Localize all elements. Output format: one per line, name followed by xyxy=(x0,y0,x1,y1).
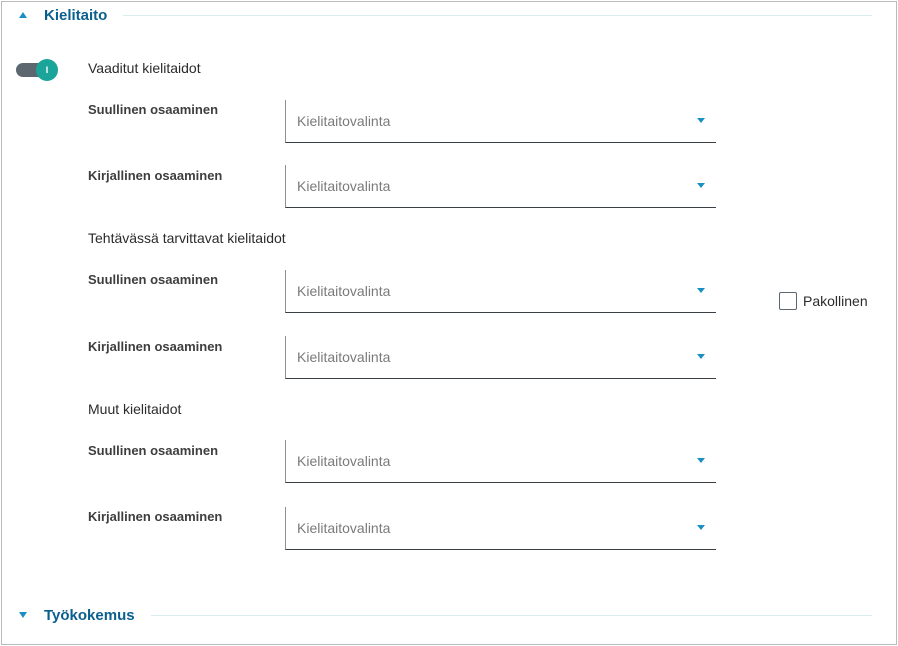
select-placeholder: Kielitaitovalinta xyxy=(297,113,391,129)
chevron-down-icon xyxy=(697,118,705,123)
label-task-written: Kirjallinen osaaminen xyxy=(88,339,223,354)
select-placeholder: Kielitaitovalinta xyxy=(297,520,391,536)
select-task-oral[interactable]: Kielitaitovalinta xyxy=(285,270,716,313)
caret-up-icon[interactable] xyxy=(16,8,30,22)
group-title-other: Muut kielitaidot xyxy=(88,401,182,417)
toggle-knob-text: I xyxy=(45,65,49,75)
chevron-down-icon xyxy=(697,525,705,530)
label-other-oral: Suullinen osaaminen xyxy=(88,443,219,458)
label-other-written: Kirjallinen osaaminen xyxy=(88,509,223,524)
group-title-task: Tehtävässä tarvittavat kielitaidot xyxy=(88,230,286,246)
select-required-written[interactable]: Kielitaitovalinta xyxy=(285,165,716,208)
select-placeholder: Kielitaitovalinta xyxy=(297,178,391,194)
chevron-down-icon xyxy=(697,183,705,188)
mandatory-checkbox-label[interactable]: Pakollinen xyxy=(803,293,868,309)
section-title-kielitaito[interactable]: Kielitaito xyxy=(44,7,107,24)
required-languages-toggle[interactable]: I xyxy=(16,59,58,81)
label-required-written: Kirjallinen osaaminen xyxy=(88,168,223,183)
mandatory-checkbox[interactable] xyxy=(779,292,797,310)
label-task-oral: Suullinen osaaminen xyxy=(88,272,219,287)
select-placeholder: Kielitaitovalinta xyxy=(297,283,391,299)
section-header-tyokokemus[interactable]: Työkokemus xyxy=(16,603,872,627)
toggle-knob: I xyxy=(36,59,58,81)
chevron-down-icon xyxy=(697,458,705,463)
section-header-kielitaito[interactable]: Kielitaito xyxy=(16,3,872,27)
section-title-tyokokemus[interactable]: Työkokemus xyxy=(44,607,135,624)
select-required-oral[interactable]: Kielitaitovalinta xyxy=(285,100,716,143)
select-other-written[interactable]: Kielitaitovalinta xyxy=(285,507,716,550)
section-divider xyxy=(123,14,872,16)
group-title-required: Vaaditut kielitaidot xyxy=(88,60,201,76)
mandatory-checkbox-field[interactable]: Pakollinen xyxy=(779,292,868,310)
chevron-down-icon xyxy=(697,288,705,293)
select-other-oral[interactable]: Kielitaitovalinta xyxy=(285,440,716,483)
section-divider xyxy=(150,614,872,616)
select-placeholder: Kielitaitovalinta xyxy=(297,349,391,365)
label-required-oral: Suullinen osaaminen xyxy=(88,102,219,117)
chevron-down-icon xyxy=(697,354,705,359)
select-task-written[interactable]: Kielitaitovalinta xyxy=(285,336,716,379)
caret-down-icon[interactable] xyxy=(16,608,30,622)
select-placeholder: Kielitaitovalinta xyxy=(297,453,391,469)
